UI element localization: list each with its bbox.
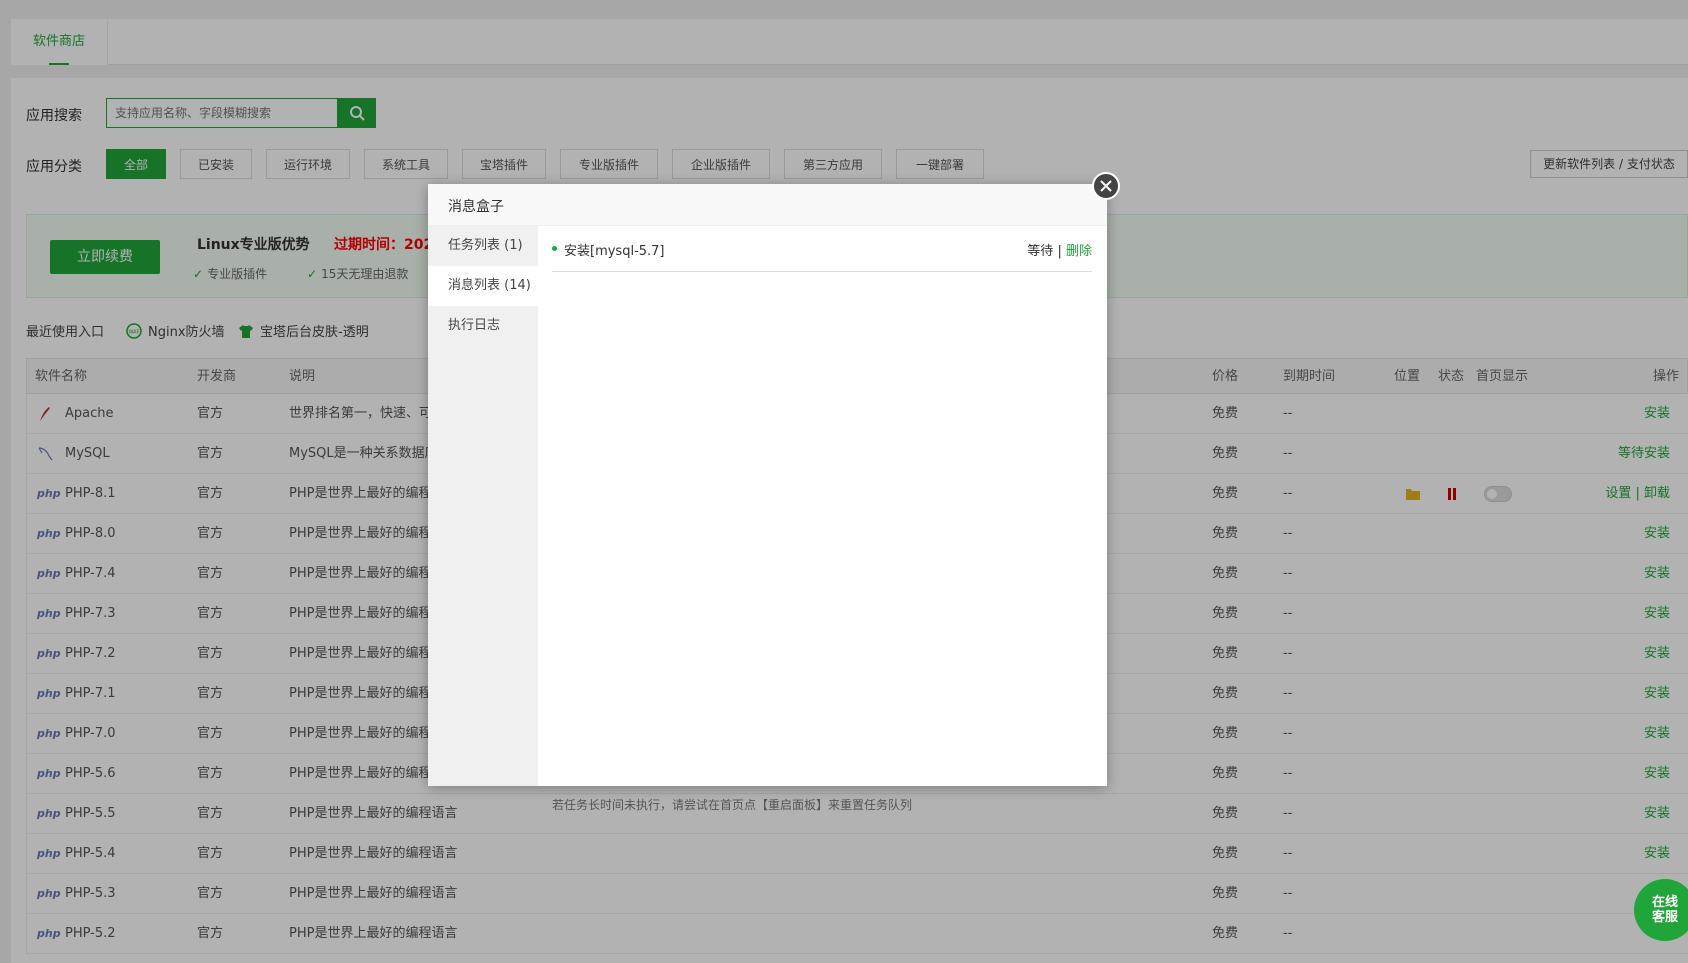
task-name: 安装[mysql-5.7] <box>564 244 665 259</box>
task-status: 等待 <box>1027 244 1054 259</box>
dialog-title: 消息盒子 <box>448 199 504 215</box>
tab-execution-log[interactable]: 执行日志 <box>428 306 538 346</box>
task-queue-note: 若任务长时间未执行，请尝试在首页点【重启面板】来重置任务队列 <box>552 798 913 812</box>
tab-message-list[interactable]: 消息列表 (14) <box>428 266 538 306</box>
dialog-content: 安装[mysql-5.7] 等待 | 删除 若任务长时间未执行，请尝试在首页点【… <box>552 226 1092 812</box>
task-delete-link[interactable]: 删除 <box>1066 244 1092 259</box>
tab-task-list[interactable]: 任务列表 (1) <box>428 226 538 266</box>
close-icon <box>1100 180 1112 192</box>
message-box-dialog: 消息盒子 任务列表 (1) 消息列表 (14) 执行日志 安装[mysql-5.… <box>428 172 1120 812</box>
task-separator: | <box>1057 244 1062 259</box>
dialog-header: 消息盒子 <box>428 184 1107 226</box>
dialog-sidebar: 任务列表 (1) 消息列表 (14) 执行日志 <box>428 226 538 786</box>
task-actions: 等待 | 删除 <box>1027 240 1092 259</box>
status-dot-icon <box>552 246 557 251</box>
software-store-page: 软件商店 应用搜索 应用分类 全部 已安装 运行环境 系统工具 宝塔插件 专业版… <box>0 0 1688 963</box>
dialog-close-button[interactable] <box>1092 172 1120 200</box>
task-item: 安装[mysql-5.7] 等待 | 删除 <box>552 240 1092 272</box>
online-support-button[interactable]: 在线 客服 <box>1634 879 1688 941</box>
